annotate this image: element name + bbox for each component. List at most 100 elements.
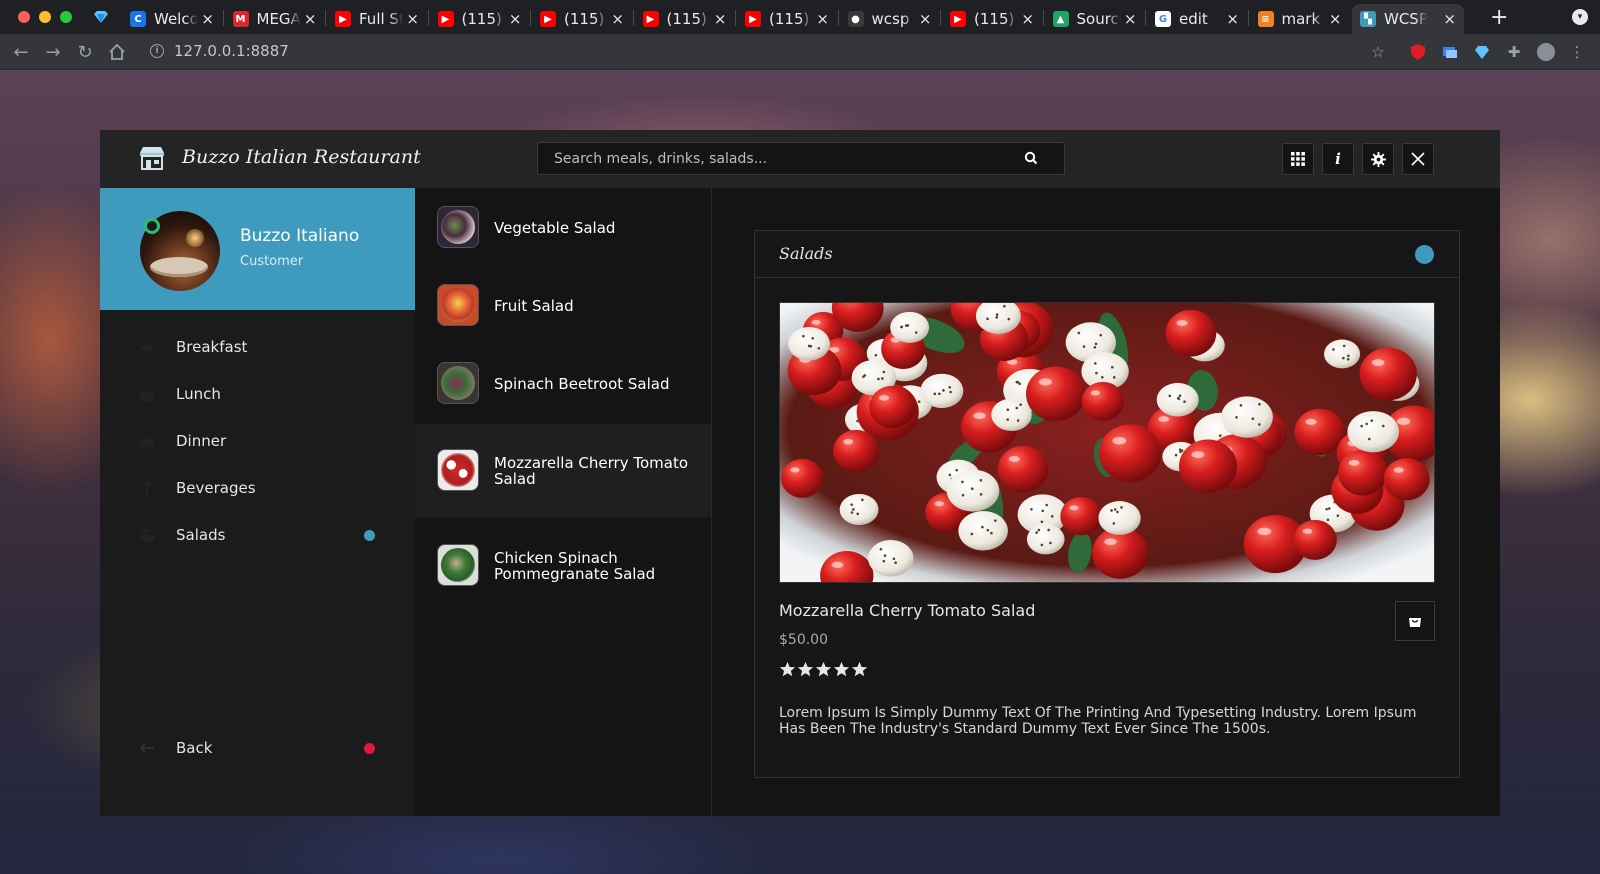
youtube-icon: ▶: [642, 11, 659, 27]
browser-tab[interactable]: ▚ WCSP ×: [1352, 4, 1464, 34]
grid-icon: [1291, 152, 1305, 166]
browser-tab[interactable]: ▶ (115) ×: [532, 4, 632, 34]
back-button[interactable]: Back: [100, 728, 415, 768]
search-icon[interactable]: [1024, 151, 1038, 165]
browser-tab[interactable]: ▲ Source×: [1045, 4, 1145, 34]
add-to-cart-button[interactable]: [1395, 601, 1435, 641]
address-url[interactable]: 127.0.0.1:8887: [174, 42, 289, 60]
food-description: Lorem Ipsum Is Simply Dummy Text Of The …: [779, 705, 1417, 737]
tab-close-icon[interactable]: ×: [406, 10, 419, 28]
apps-grid-button[interactable]: [1282, 143, 1314, 175]
tab-close-icon[interactable]: ×: [1226, 10, 1239, 28]
sidebar-item-label: Lunch: [176, 385, 221, 403]
extension-shield-icon[interactable]: [1409, 43, 1427, 61]
sidebar-item-label: Salads: [176, 526, 226, 544]
tab-title: edit: [1179, 10, 1208, 28]
close-app-button[interactable]: [1402, 143, 1434, 175]
star-icon: [815, 661, 832, 677]
detail-header: Salads: [755, 231, 1459, 278]
browser-tab[interactable]: ▶ (115) ×: [430, 4, 530, 34]
thumbnail: [437, 206, 479, 248]
brand-title: Buzzo Italian Restaurant: [182, 146, 421, 168]
list-item-selected[interactable]: Mozzarella Cherry Tomato Salad: [415, 424, 711, 517]
back-label: Back: [176, 739, 213, 757]
browser-tab[interactable]: C Welcome×: [122, 4, 222, 34]
tab-title: Welcome: [154, 10, 198, 28]
tab-close-icon[interactable]: ×: [714, 10, 727, 28]
sidebar-item-dinner[interactable]: Dinner: [100, 421, 415, 461]
youtube-icon: ▶: [745, 11, 761, 27]
tab-close-icon[interactable]: ×: [611, 10, 624, 28]
list-item[interactable]: Chicken Spinach Pommegranate Salad: [415, 524, 711, 617]
profile-avatar-icon[interactable]: [1537, 43, 1555, 61]
extension-windows-icon[interactable]: [1441, 43, 1459, 61]
sidebar-item-lunch[interactable]: Lunch: [100, 374, 415, 414]
home-icon[interactable]: [106, 41, 128, 63]
tab-title: MEGA: [256, 10, 301, 28]
browser-tab[interactable]: ▶ (115) ×: [737, 4, 837, 34]
browser-tab[interactable]: ▶ (115) ×: [635, 4, 735, 34]
tab-close-icon[interactable]: ×: [919, 10, 932, 28]
window-maximize-button[interactable]: [60, 11, 72, 23]
search-input[interactable]: [538, 143, 1064, 174]
info-icon: i: [1335, 150, 1341, 168]
search-box: [537, 142, 1065, 175]
bookmark-star-icon[interactable]: ☆: [1369, 43, 1387, 61]
browser-toolbar: ← → ↻ i 127.0.0.1:8887 ☆ ✚ ⋮: [0, 34, 1600, 70]
tab-title: (115): [974, 10, 1015, 28]
gear-icon: [1370, 151, 1386, 167]
new-tab-button[interactable]: +: [1490, 5, 1508, 30]
tab-close-icon[interactable]: ×: [1329, 10, 1342, 28]
thumbnail: [437, 284, 479, 326]
browser-tab[interactable]: ≡ mark ×: [1250, 4, 1350, 34]
tab-close-icon[interactable]: ×: [509, 10, 522, 28]
dinner-icon: [139, 436, 155, 447]
browser-tab[interactable]: Gedit ×: [1147, 4, 1247, 34]
window-minimize-button[interactable]: [39, 11, 51, 23]
tab-close-icon[interactable]: ×: [1021, 10, 1034, 28]
browser-menu-icon[interactable]: ⋮: [1568, 43, 1586, 61]
tab-title: (115): [769, 10, 810, 28]
browser-tab[interactable]: ▶ Full Stack×: [327, 4, 427, 34]
tab-close-icon[interactable]: ×: [816, 10, 829, 28]
item-name: Vegetable Salad: [494, 219, 616, 237]
profile-card: Buzzo Italiano Customer: [100, 188, 415, 310]
pinned-tab-diamond-icon[interactable]: [92, 8, 110, 26]
reload-icon[interactable]: ↻: [74, 41, 96, 63]
site-info-icon[interactable]: i: [150, 44, 164, 58]
info-button[interactable]: i: [1322, 143, 1354, 175]
detail-category: Salads: [779, 244, 833, 263]
github-icon: ●: [847, 11, 864, 27]
tab-separator: [325, 10, 326, 26]
sidebar-item-breakfast[interactable]: Breakfast: [100, 327, 415, 367]
sidebar-item-beverages[interactable]: Beverages: [100, 468, 415, 508]
tab-close-icon[interactable]: ×: [201, 10, 214, 28]
store-logo-icon: [140, 147, 164, 170]
drive-icon: ▲: [1052, 11, 1069, 27]
close-icon: [1411, 152, 1425, 166]
browser-tab[interactable]: ▶ (115) ×: [942, 4, 1042, 34]
category-sidebar: Buzzo Italiano Customer Breakfast Lunch …: [100, 188, 415, 816]
restaurant-app-window: Buzzo Italian Restaurant i: [100, 130, 1500, 816]
tab-close-icon[interactable]: ×: [304, 10, 317, 28]
book-icon: ▚: [1360, 11, 1376, 27]
item-name: Mozzarella Cherry Tomato Salad: [494, 454, 688, 488]
tab-close-icon[interactable]: ×: [1124, 10, 1137, 28]
extension-diamond-icon[interactable]: [1473, 43, 1491, 61]
sidebar-item-label: Dinner: [176, 432, 227, 450]
back-arrow-icon[interactable]: ←: [10, 41, 32, 63]
browser-tab[interactable]: ● wcsp ×: [840, 4, 940, 34]
stackoverflow-icon: ≡: [1257, 11, 1274, 27]
tab-separator: [837, 10, 839, 26]
forward-arrow-icon[interactable]: →: [42, 41, 64, 63]
sidebar-item-salads[interactable]: Salads: [100, 515, 415, 555]
settings-button[interactable]: [1362, 143, 1394, 175]
tab-close-icon[interactable]: ×: [1443, 10, 1456, 28]
window-close-button[interactable]: [18, 11, 30, 23]
tab-search-icon[interactable]: ▾: [1572, 9, 1588, 25]
browser-tab[interactable]: M MEGA ×: [225, 4, 325, 34]
tab-separator: [1042, 10, 1044, 26]
extensions-puzzle-icon[interactable]: ✚: [1505, 43, 1523, 61]
item-name: Fruit Salad: [494, 297, 574, 315]
salad-icon: [139, 529, 155, 543]
